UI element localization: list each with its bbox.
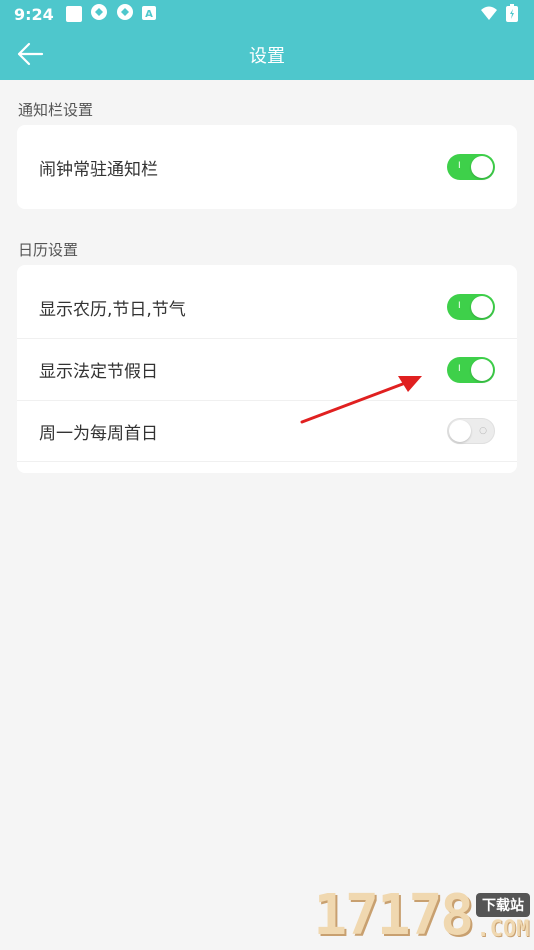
page-title: 设置: [249, 46, 285, 67]
sync-icon: [116, 3, 134, 25]
calendar-settings-card: 显示农历,节日,节气 I 显示法定节假日 I 周一为每周首日 ○: [17, 265, 517, 473]
sync-icon: [90, 3, 108, 25]
battery-icon: [506, 4, 518, 26]
setting-row-public-holidays[interactable]: 显示法定节假日 I: [17, 338, 517, 400]
notification-settings-card: 闹钟常驻通知栏 I: [17, 125, 517, 209]
top-app-bar: 设置: [0, 28, 534, 80]
toggle-on-mark: I: [458, 363, 461, 374]
status-bar: 9:24 A: [0, 0, 534, 28]
annotation-arrow-icon: [300, 376, 422, 424]
text-a-icon: A: [141, 5, 156, 24]
watermark-badge: 下载站: [476, 893, 530, 917]
indicator-letter: A: [145, 9, 153, 20]
setting-label: 闹钟常驻通知栏: [39, 159, 158, 180]
setting-row-lunar-festivals[interactable]: 显示农历,节日,节气 I: [17, 276, 517, 338]
setting-row-alarm-notification[interactable]: 闹钟常驻通知栏 I: [17, 136, 517, 198]
section-label-calendar: 日历设置: [18, 241, 79, 259]
watermark-domain: .COM: [476, 917, 530, 942]
toggle-knob: [471, 156, 493, 178]
toggle-knob: [471, 358, 493, 381]
section-label-notification: 通知栏设置: [18, 101, 94, 119]
wifi-icon: [480, 5, 498, 25]
watermark-digits: 17178: [313, 883, 474, 948]
watermark-right: 下载站 .COM: [476, 893, 530, 942]
square-icon: [65, 6, 82, 22]
setting-label: 显示农历,节日,节气: [39, 299, 186, 320]
status-time: 9:24: [14, 4, 54, 24]
setting-row-monday-first[interactable]: 周一为每周首日 ○: [17, 400, 517, 462]
watermark-logo: 17178 下载站 .COM: [313, 883, 530, 948]
toggle-knob: [471, 296, 493, 318]
toggle-on-mark: I: [458, 161, 461, 171]
lunar-festivals-toggle[interactable]: I: [447, 294, 495, 320]
setting-label: 显示法定节假日: [39, 362, 158, 382]
toggle-off-mark: ○: [479, 426, 487, 436]
toggle-knob: [449, 420, 471, 442]
setting-label: 周一为每周首日: [39, 423, 158, 444]
alarm-notification-toggle[interactable]: I: [447, 154, 495, 180]
monday-first-toggle[interactable]: ○: [447, 418, 495, 444]
public-holidays-toggle[interactable]: I: [447, 356, 495, 383]
toggle-on-mark: I: [458, 301, 461, 311]
